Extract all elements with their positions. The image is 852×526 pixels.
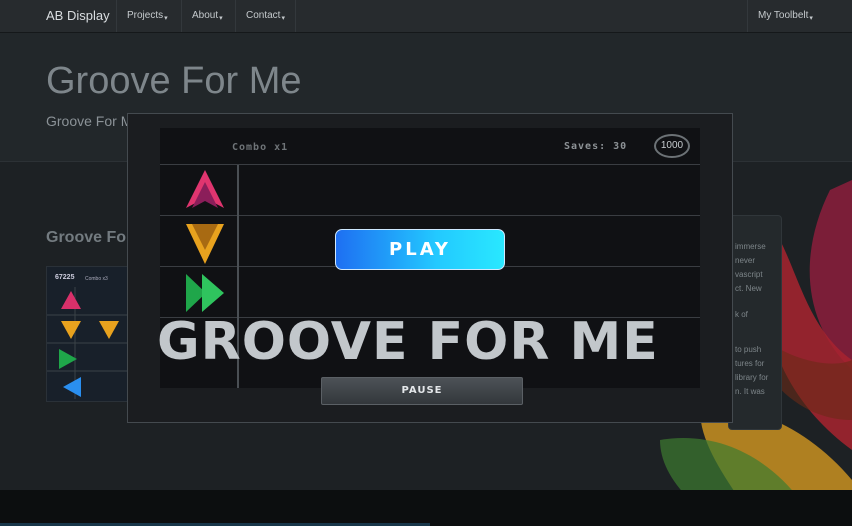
footer xyxy=(0,490,852,526)
combo-counter: Combo x1 xyxy=(232,142,289,153)
desc-line: library for xyxy=(735,373,769,382)
nav-about-label: About xyxy=(192,10,219,21)
desc-line: immerse xyxy=(735,242,766,251)
caret-down-icon: ▾ xyxy=(809,15,813,22)
arrow-down-icon xyxy=(186,224,224,264)
arrow-up-icon xyxy=(186,170,224,208)
desc-line: ct. New xyxy=(735,284,762,293)
game-thumbnail[interactable]: 67225 Combo x3 xyxy=(46,266,132,402)
nav-toolbelt[interactable]: My Toolbelt▾ xyxy=(747,0,823,32)
desc-line: vascript xyxy=(735,270,763,279)
caret-down-icon: ▾ xyxy=(164,15,168,22)
desc-line: tures for xyxy=(735,359,765,368)
play-button[interactable]: PLAY xyxy=(335,229,505,270)
caret-down-icon: ▾ xyxy=(281,15,285,22)
score-display: 1000 xyxy=(654,134,690,158)
arrow-right-icon xyxy=(186,274,224,312)
game-title: GROOVE FOR ME xyxy=(157,312,659,372)
nav-about[interactable]: About▾ xyxy=(181,0,233,32)
thumb-score: 67225 xyxy=(55,274,75,281)
desc-line: never xyxy=(735,256,756,265)
page-title: Groove For Me xyxy=(46,60,302,102)
nav-toolbelt-label: My Toolbelt xyxy=(758,10,809,21)
lane-right xyxy=(160,267,700,318)
saves-counter: Saves: 30 xyxy=(564,141,628,152)
nav-contact[interactable]: Contact▾ xyxy=(235,0,296,32)
desc-line: to push xyxy=(735,345,762,354)
pause-button[interactable]: PAUSE xyxy=(321,377,523,405)
thumb-arrows-icon xyxy=(47,287,131,399)
description-panel: immerse never vascript ct. New k of to p… xyxy=(728,215,782,430)
brand-link[interactable]: AB Display xyxy=(46,8,110,23)
desc-line: k of xyxy=(735,310,748,319)
desc-line: n. It was xyxy=(735,387,765,396)
lane-up xyxy=(160,165,700,216)
caret-down-icon: ▾ xyxy=(219,15,223,22)
nav-contact-label: Contact xyxy=(246,10,281,21)
nav-projects-label: Projects xyxy=(127,10,164,21)
nav-projects[interactable]: Projects▾ xyxy=(116,0,178,32)
thumb-combo: Combo x3 xyxy=(85,276,108,282)
